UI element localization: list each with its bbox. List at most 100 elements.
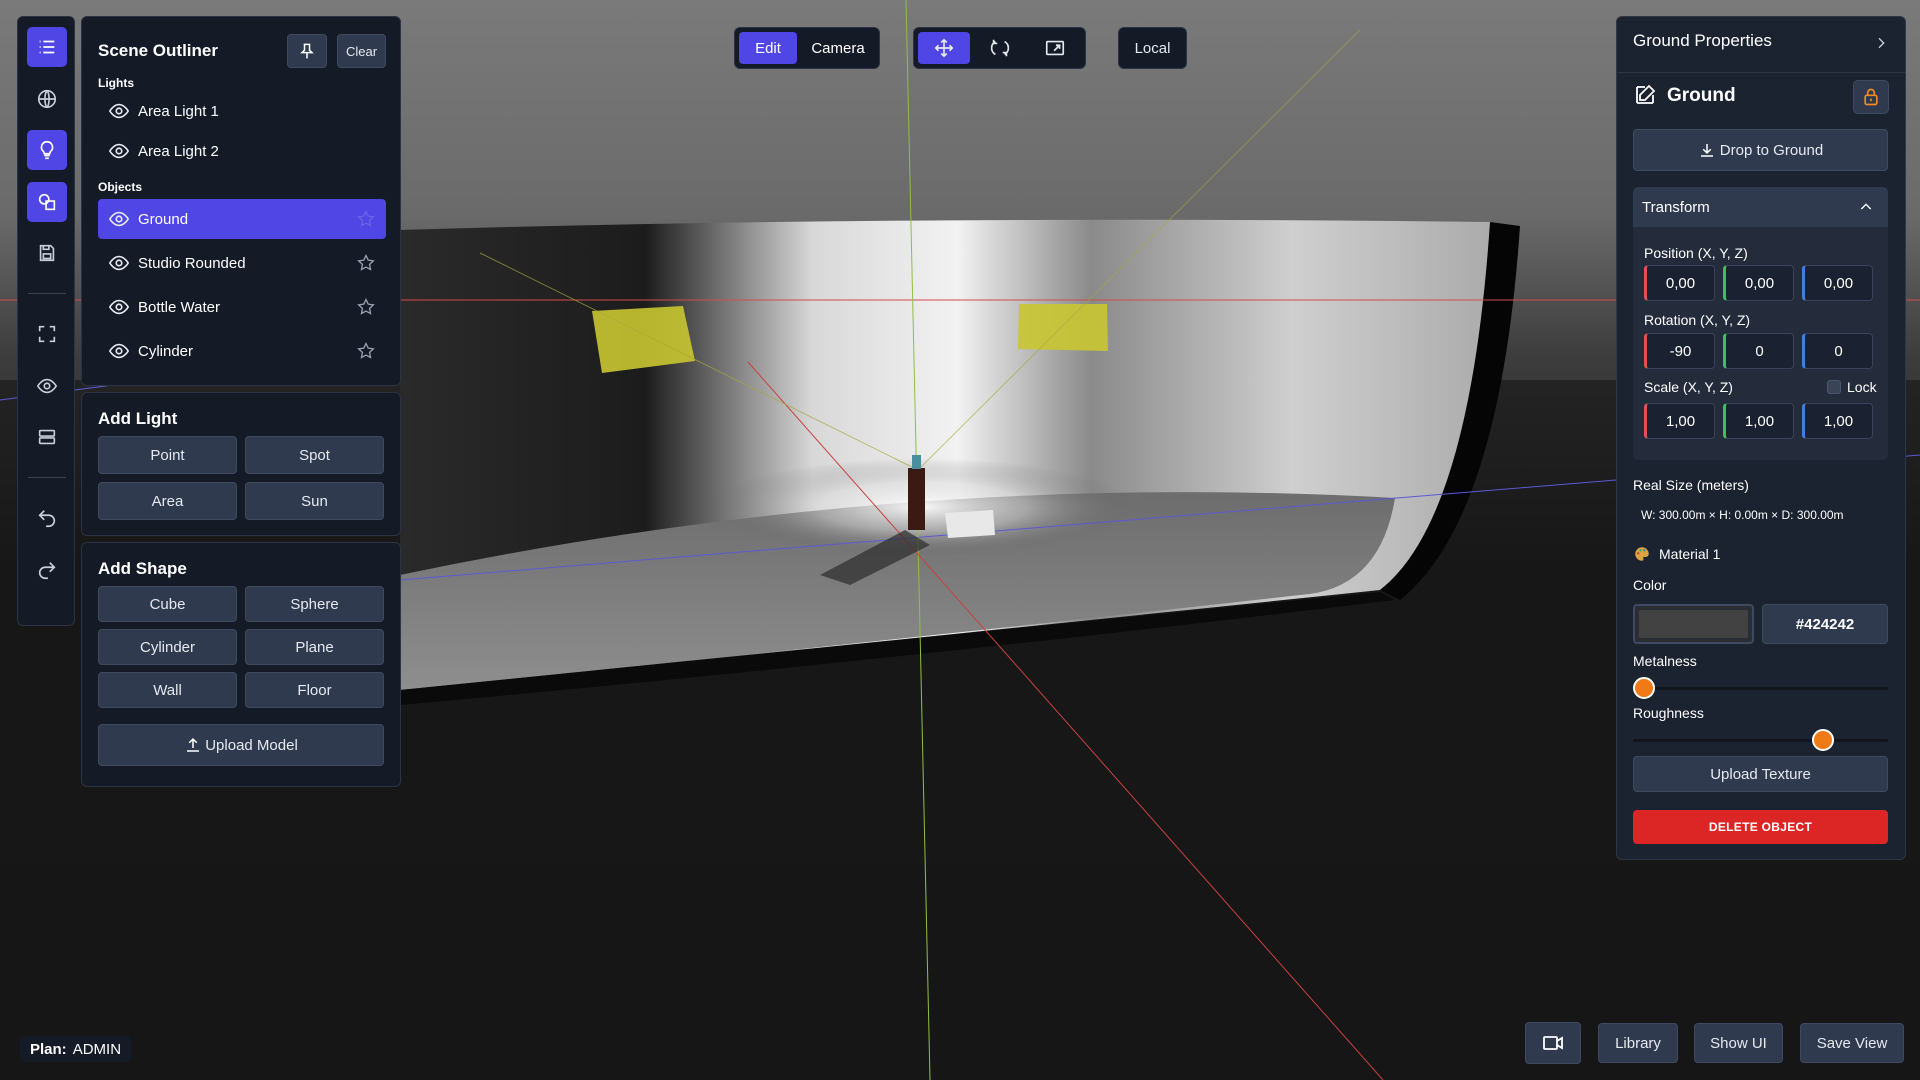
local-space-button[interactable]: Local	[1118, 27, 1187, 69]
scale-lock-label: Lock	[1847, 379, 1877, 395]
add-floor-button[interactable]: Floor	[245, 672, 384, 708]
objects-section-label: Objects	[98, 180, 143, 194]
lightbulb-icon[interactable]	[27, 130, 67, 170]
move-tool-button[interactable]	[918, 32, 970, 64]
properties-header: Ground Properties	[1633, 31, 1772, 50]
add-spot-light-button[interactable]: Spot	[245, 436, 384, 474]
outliner-item-ground[interactable]: Ground	[98, 199, 386, 239]
library-button[interactable]: Library	[1598, 1023, 1678, 1063]
outliner-item-area-light-1[interactable]: Area Light 1	[98, 91, 386, 131]
scale-y-field[interactable]: 1,00	[1723, 403, 1794, 439]
scale-tool-button[interactable]	[1029, 32, 1081, 64]
checkbox[interactable]	[1827, 380, 1841, 394]
add-cube-button[interactable]: Cube	[98, 586, 237, 622]
eye-icon[interactable]	[108, 100, 130, 122]
globe-icon[interactable]	[27, 79, 67, 119]
upload-texture-button[interactable]: Upload Texture	[1633, 756, 1888, 792]
star-icon[interactable]	[356, 341, 376, 361]
shapes-icon[interactable]	[27, 182, 67, 222]
eye-icon[interactable]	[108, 208, 130, 230]
outliner-item-label: Area Light 2	[138, 142, 219, 160]
outliner-item-label: Ground	[138, 210, 189, 228]
transform-tools	[913, 27, 1086, 69]
upload-model-button[interactable]: Upload Model	[98, 724, 384, 766]
slider-thumb[interactable]	[1812, 729, 1835, 751]
transform-section: Transform Position (X, Y, Z) 0,00 0,00 0…	[1633, 187, 1888, 460]
show-ui-button[interactable]: Show UI	[1694, 1023, 1783, 1063]
color-hex-field[interactable]: #424242	[1762, 604, 1888, 644]
upload-icon	[187, 737, 200, 752]
add-point-light-button[interactable]: Point	[98, 436, 237, 474]
position-x-field[interactable]: 0,00	[1644, 265, 1715, 301]
camera-mode-button[interactable]: Camera	[803, 32, 873, 64]
pin-icon	[300, 43, 314, 59]
rotation-z-field[interactable]: 0	[1802, 333, 1873, 369]
chevron-right-icon[interactable]	[1873, 35, 1889, 51]
add-light-panel: Add Light Point Spot Area Sun	[81, 392, 401, 536]
edit-mode-button[interactable]: Edit	[739, 32, 797, 64]
mode-toggle: Edit Camera	[734, 27, 880, 69]
star-icon[interactable]	[356, 209, 376, 229]
scale-z-field[interactable]: 1,00	[1802, 403, 1873, 439]
star-icon[interactable]	[356, 253, 376, 273]
object-name: Ground	[1667, 85, 1736, 106]
outliner-item-cylinder[interactable]: Cylinder	[98, 331, 386, 371]
metalness-slider[interactable]	[1633, 676, 1888, 700]
edit-icon[interactable]	[1633, 83, 1659, 109]
slider-thumb[interactable]	[1633, 677, 1655, 699]
plan-value: ADMIN	[72, 1040, 122, 1058]
clear-button[interactable]: Clear	[337, 34, 386, 68]
redo-icon[interactable]	[27, 550, 67, 590]
lock-button[interactable]	[1853, 80, 1889, 114]
app: Scene Outliner Clear Lights Area Light 1…	[0, 0, 1920, 1080]
add-sun-light-button[interactable]: Sun	[245, 482, 384, 520]
color-label: Color	[1633, 577, 1667, 593]
eye-icon[interactable]	[108, 340, 130, 362]
add-area-light-button[interactable]: Area	[98, 482, 237, 520]
add-light-title: Add Light	[98, 409, 178, 428]
eye-icon[interactable]	[108, 296, 130, 318]
rotate-tool-button[interactable]	[974, 32, 1026, 64]
eye-icon[interactable]	[108, 252, 130, 274]
roughness-slider[interactable]	[1633, 728, 1888, 752]
list-icon[interactable]	[27, 27, 67, 67]
outliner-item-area-light-2[interactable]: Area Light 2	[98, 131, 386, 171]
rotation-y-field[interactable]: 0	[1723, 333, 1794, 369]
color-swatch[interactable]	[1633, 604, 1754, 644]
outliner-item-label: Area Light 1	[138, 102, 219, 120]
outliner-item-label: Studio Rounded	[138, 254, 246, 272]
star-icon[interactable]	[356, 297, 376, 317]
header-divider	[1617, 72, 1905, 73]
transform-header[interactable]: Transform	[1633, 187, 1888, 227]
pin-button[interactable]	[287, 34, 327, 68]
outliner-item-studio-rounded[interactable]: Studio Rounded	[98, 243, 386, 283]
add-plane-button[interactable]: Plane	[245, 629, 384, 665]
lights-section-label: Lights	[98, 76, 134, 90]
metalness-label: Metalness	[1633, 653, 1697, 669]
outliner-item-label: Cylinder	[138, 342, 194, 360]
rotation-x-field[interactable]: -90	[1644, 333, 1715, 369]
add-sphere-button[interactable]: Sphere	[245, 586, 384, 622]
color-swatch-fill	[1639, 610, 1748, 638]
layers-icon[interactable]	[27, 417, 67, 457]
add-cylinder-button[interactable]: Cylinder	[98, 629, 237, 665]
eye-icon[interactable]	[27, 366, 67, 406]
rotation-label: Rotation (X, Y, Z)	[1644, 312, 1751, 328]
save-icon[interactable]	[27, 233, 67, 273]
undo-icon[interactable]	[27, 498, 67, 538]
fullscreen-icon[interactable]	[27, 314, 67, 354]
add-wall-button[interactable]: Wall	[98, 672, 237, 708]
scale-x-field[interactable]: 1,00	[1644, 403, 1715, 439]
position-z-field[interactable]: 0,00	[1802, 265, 1873, 301]
material-label: Material 1	[1659, 546, 1721, 562]
outliner-title: Scene Outliner	[98, 41, 218, 60]
position-y-field[interactable]: 0,00	[1723, 265, 1794, 301]
save-view-button[interactable]: Save View	[1800, 1023, 1904, 1063]
delete-object-button[interactable]: DELETE OBJECT	[1633, 810, 1888, 844]
drop-to-ground-button[interactable]: Drop to Ground	[1633, 129, 1888, 171]
camera-record-button[interactable]	[1525, 1022, 1581, 1064]
outliner-item-bottle-water[interactable]: Bottle Water	[98, 287, 386, 327]
eye-icon[interactable]	[108, 140, 130, 162]
scale-lock-checkbox[interactable]: Lock	[1827, 379, 1877, 395]
lock-icon	[1864, 88, 1878, 106]
